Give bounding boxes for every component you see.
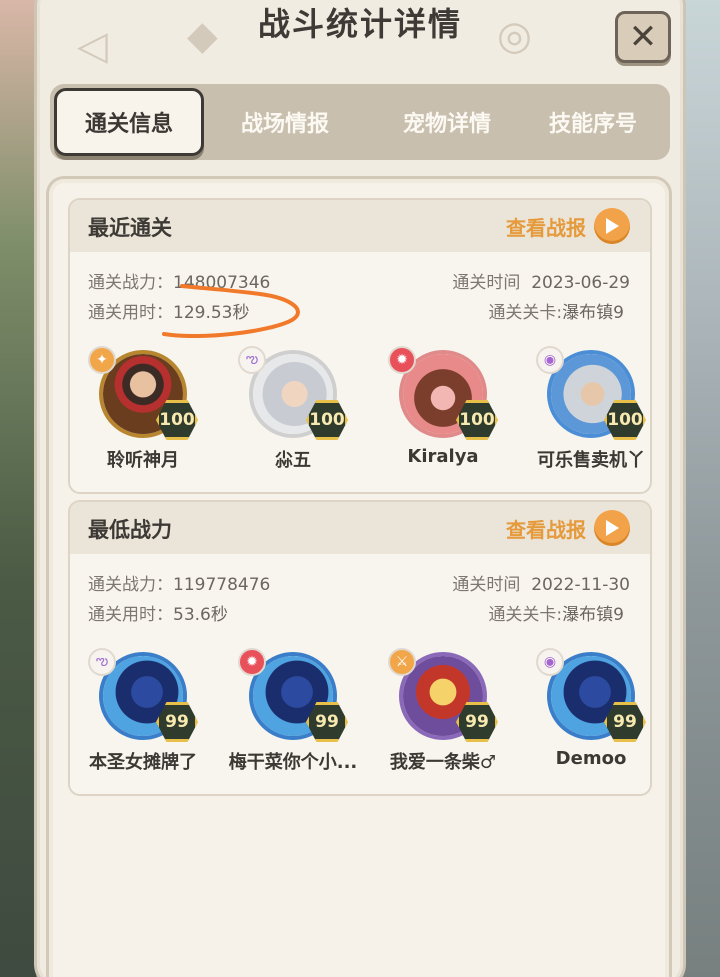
stage-value: 瀑布镇9 xyxy=(562,303,624,323)
dark-element-icon: ◉ xyxy=(536,346,564,374)
view-report-button[interactable]: 查看战报 xyxy=(506,510,630,546)
power-label: 通关战力： xyxy=(88,575,173,595)
close-icon: ✕ xyxy=(628,17,658,57)
card-title: 最近通关 xyxy=(88,216,172,240)
clear-stage: 通关关卡:瀑布镇9 xyxy=(488,298,624,323)
hero-name: 聆听神月 xyxy=(107,450,179,471)
hero-list: ఌ 99 本圣女摊牌了 ✹ 99 梅干菜你个小... ⚔ 99 我爱一条柴♂ ◉ xyxy=(70,648,650,782)
card-title: 最低战力 xyxy=(88,518,172,542)
hero-name: Kiralya xyxy=(407,446,479,467)
hero-name: 尛五 xyxy=(275,450,311,471)
clear-stage: 通关关卡:瀑布镇9 xyxy=(488,600,624,625)
time-value: 53.6秒 xyxy=(173,605,228,625)
hero-name: 我爱一条柴♂ xyxy=(389,752,497,773)
hero-name: 可乐售卖机丫 xyxy=(537,450,645,471)
play-icon xyxy=(594,510,630,546)
tab-battlefield-intel[interactable]: 战场情报 xyxy=(210,84,360,160)
card-header: 最低战力 查看战报 xyxy=(70,502,650,554)
tab-bar: 通关信息 战场情报 宠物详情 技能序号 xyxy=(50,84,670,160)
tab-clear-info[interactable]: 通关信息 xyxy=(54,88,204,156)
recent-clear-card: 最近通关 查看战报 通关战力：148007346 通关时间 2023-06-29… xyxy=(68,198,652,494)
stage-label: 通关关卡: xyxy=(488,605,563,625)
stage-value: 瀑布镇9 xyxy=(562,605,624,625)
time-label: 通关用时： xyxy=(88,605,173,625)
hero-name: 本圣女摊牌了 xyxy=(89,752,197,773)
wind-element-icon: ఌ xyxy=(88,648,116,676)
hero-name: 梅干菜你个小... xyxy=(228,752,358,773)
wind-element-icon: ఌ xyxy=(238,346,266,374)
clear-date: 通关时间 2022-11-30 xyxy=(452,570,630,595)
power-value: 119778476 xyxy=(173,575,271,595)
lowest-power-card: 最低战力 查看战报 通关战力：119778476 通关时间 2022-11-30… xyxy=(68,500,652,796)
stage-label: 通关关卡: xyxy=(488,303,563,323)
hero-name: Demoo xyxy=(555,748,627,769)
dark-element-icon: ◉ xyxy=(536,648,564,676)
tab-skill-order[interactable]: 技能序号 xyxy=(518,84,668,160)
card-header: 最近通关 查看战报 xyxy=(70,200,650,252)
date-value: 2023-06-29 xyxy=(531,273,630,293)
fire-element-icon: ✹ xyxy=(388,346,416,374)
date-label: 通关时间 xyxy=(452,273,521,293)
tab-pet-details[interactable]: 宠物详情 xyxy=(372,84,522,160)
annotation-highlight-stroke xyxy=(162,284,300,338)
fire-element-icon: ✦ xyxy=(88,346,116,374)
date-value: 2022-11-30 xyxy=(531,575,630,595)
hero-list: ✦ 100 聆听神月 ఌ 100 尛五 ✹ 100 Kiralya ◉ 100 xyxy=(70,346,650,480)
play-icon xyxy=(594,208,630,244)
view-report-button[interactable]: 查看战报 xyxy=(506,208,630,244)
clear-power: 通关战力：119778476 xyxy=(88,570,270,595)
fire-element-icon: ✹ xyxy=(238,648,266,676)
background-game-left xyxy=(0,0,36,977)
close-button[interactable]: ✕ xyxy=(615,11,671,63)
light-element-icon: ⚔ xyxy=(388,648,416,676)
clear-date: 通关时间 2023-06-29 xyxy=(452,268,630,293)
page-title: 战斗统计详情 xyxy=(257,5,462,43)
date-label: 通关时间 xyxy=(452,575,521,595)
clear-time: 通关用时：53.6秒 xyxy=(88,600,228,625)
view-report-label: 查看战报 xyxy=(506,517,586,542)
view-report-label: 查看战报 xyxy=(506,215,586,240)
